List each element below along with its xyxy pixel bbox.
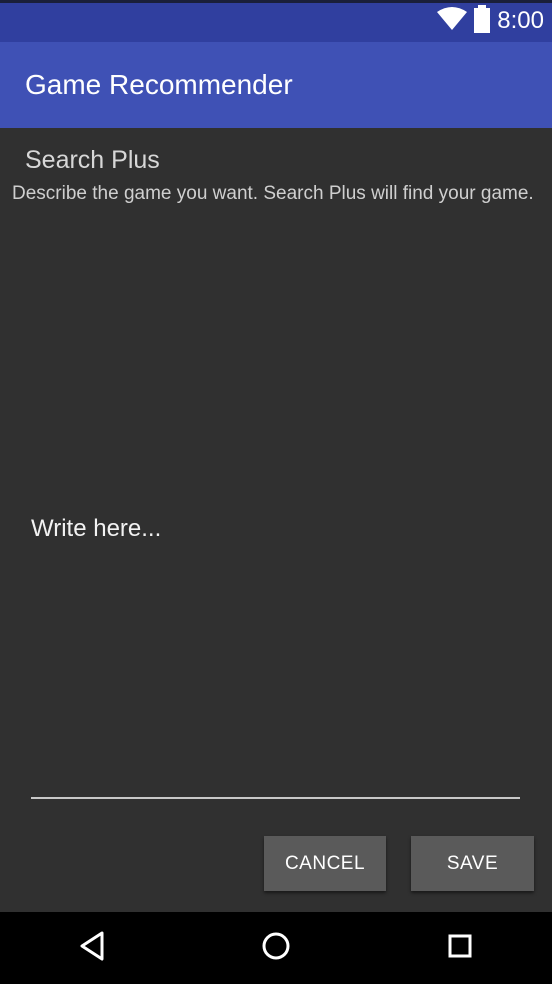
back-button[interactable] (72, 930, 112, 966)
input-underline (31, 797, 520, 799)
save-button[interactable]: SAVE (411, 836, 534, 891)
status-bar-edge (0, 0, 552, 3)
home-icon[interactable] (261, 931, 291, 966)
status-icons: 8:00 (437, 4, 544, 38)
recents-button[interactable] (440, 930, 480, 966)
recents-icon[interactable] (447, 933, 473, 964)
back-icon[interactable] (79, 931, 105, 966)
app-bar: Game Recommender (0, 42, 552, 128)
status-time: 8:00 (497, 7, 544, 34)
input-placeholder[interactable]: Write here... (31, 515, 161, 543)
cancel-button[interactable]: CANCEL (264, 836, 386, 891)
wifi-icon (437, 6, 468, 36)
app-title: Game Recommender (25, 69, 293, 100)
section-title: Search Plus (25, 146, 160, 174)
game-description-input[interactable]: Write here... (31, 513, 520, 799)
battery-icon (473, 4, 491, 38)
description-text: Describe the game you want. Search Plus … (12, 183, 534, 204)
status-bar: 8:00 (0, 0, 552, 42)
navigation-bar (0, 912, 552, 984)
dialog-content: Search Plus Describe the game you want. … (0, 128, 552, 912)
home-button[interactable] (256, 930, 296, 966)
